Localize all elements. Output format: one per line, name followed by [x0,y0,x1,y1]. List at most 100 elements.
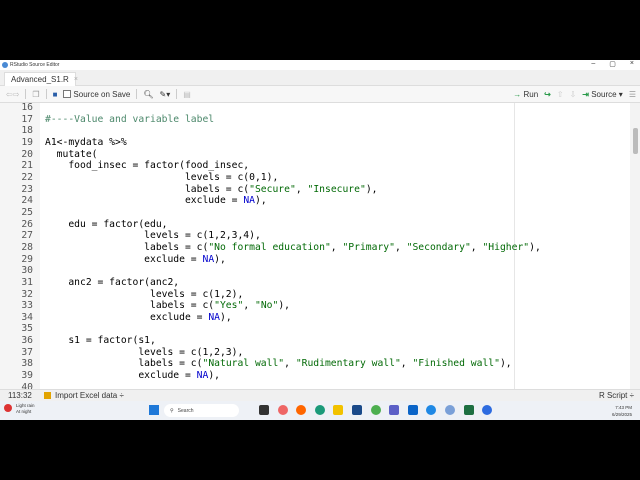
maximize-button[interactable]: ▢ [609,60,616,68]
code-text: exclude = NA), [45,370,220,382]
minimize-button[interactable]: – [591,60,595,68]
line-number: 22 [21,171,33,183]
line-number: 33 [21,300,33,312]
firefox-icon[interactable] [296,405,307,415]
source-on-save-label: Source on Save [73,89,131,99]
chrome-icon[interactable] [370,405,381,415]
save-icon[interactable]: ■ [53,90,58,99]
code-line[interactable]: 30 [0,265,541,277]
search-placeholder: Search [177,407,194,414]
code-line[interactable]: 37 levels = c(1,2,3), [0,347,541,359]
excel-icon[interactable] [463,405,474,415]
start-button-icon[interactable] [149,405,159,415]
up-icon[interactable]: ⇧ [557,90,564,99]
code-line[interactable]: 19 A1<-mydata %>% [0,137,541,149]
time: 7:43 PM [615,405,632,410]
compile-report-icon[interactable]: ▤ [183,90,191,99]
window-title: RStudio Source Editor [10,62,60,68]
code-line[interactable]: 21 food_insec = factor(food_insec, [0,160,541,172]
code-line[interactable]: 25 [0,207,541,219]
rstudio-icon[interactable] [444,405,455,415]
code-text: labels = c("Secure", "Insecure"), [45,183,378,195]
code-line[interactable]: 27 levels = c(1,2,3,4), [0,230,541,242]
line-number: 24 [21,195,33,207]
code-line[interactable]: 17 #----Value and variable label [0,114,541,126]
code-text: #----Value and variable label [45,113,215,125]
line-number: 20 [21,148,33,160]
code-line[interactable]: 32 levels = c(1,2), [0,289,541,301]
source-on-save-checkbox[interactable]: Source on Save [63,90,130,99]
vertical-scrollbar[interactable] [630,103,640,389]
zoom-icon[interactable] [482,405,493,415]
code-line[interactable]: 38 labels = c("Natural wall", "Rudimenta… [0,358,541,370]
cursor-position: 113:32 [8,391,32,400]
code-line[interactable]: 34 exclude = NA), [0,312,541,324]
code-lines[interactable]: 16 17 #----Value and variable label 18 19 A1<… [0,103,541,389]
code-line[interactable]: 36 s1 = factor(s1, [0,335,541,347]
line-number: 18 [21,125,33,137]
filetype-dropdown[interactable]: R Script ÷ [599,391,634,400]
show-in-window-icon[interactable]: ❐ [32,90,39,99]
taskbar-search[interactable]: ⚲ Search [164,404,239,417]
code-text: mutate( [45,148,98,160]
weather-subtext: At night [16,409,32,414]
section-dropdown[interactable]: Import Excel data ÷ [55,391,124,400]
code-line[interactable]: 26 edu = factor(edu, [0,219,541,231]
rstudio-window: RStudio Source Editor – ▢ × Advanced_S1.… [0,60,640,401]
back-forward-icon[interactable]: ⇦⇨ [6,90,19,99]
search-icon[interactable]: 🔍︎ [143,90,153,99]
code-line[interactable]: 40 [0,382,541,389]
status-bar: 113:32 Import Excel data ÷ R Script ÷ [0,389,640,401]
scrollbar-thumb[interactable] [633,128,638,154]
code-line[interactable]: 16 [0,103,541,114]
line-number: 17 [21,113,33,125]
run-button[interactable]: → Run [513,90,538,99]
code-text: labels = c("Natural wall", "Rudimentary … [45,358,512,370]
tab-advanced-s1[interactable]: Advanced_S1.R × [4,72,78,86]
code-line[interactable]: 24 exclude = NA), [0,195,541,207]
section-icon [44,392,51,399]
code-line[interactable]: 28 labels = c("No formal education", "Pr… [0,241,540,254]
tab-close-icon[interactable]: × [74,76,78,83]
windows-taskbar: Light rain At night ⚲ Search 7:43 PM 6/29… [0,401,640,420]
store-icon[interactable] [351,405,362,415]
code-line[interactable]: 29 exclude = NA), [0,254,541,266]
code-text: anc2 = factor(anc2, [45,276,180,288]
code-line[interactable]: 20 mutate( [0,149,541,161]
edge-icon[interactable] [314,405,325,415]
code-line[interactable]: 18 [0,125,541,137]
outlook-icon[interactable] [407,405,418,415]
line-number: 31 [21,276,33,288]
onedrive-icon[interactable] [426,405,437,415]
line-number: 30 [21,265,33,277]
copilot-icon[interactable] [277,405,288,415]
code-line[interactable]: 23 labels = c("Secure", "Insecure"), [0,184,541,196]
line-number: 19 [21,136,33,148]
code-line[interactable]: 39 exclude = NA), [0,370,541,382]
code-editor[interactable]: 16 17 #----Value and variable label 18 19 A1<… [0,103,640,389]
source-arrow-icon: ⇥ [582,90,589,99]
magic-wand-icon[interactable]: ✎▾ [160,90,171,99]
code-line[interactable]: 22 levels = c(0,1), [0,172,541,184]
clock[interactable]: 7:43 PM 6/29/2025 [612,404,632,418]
source-label: Source [591,90,617,99]
date: 6/29/2025 [611,412,632,417]
code-line[interactable]: 35 [0,323,541,335]
code-line[interactable]: 31 anc2 = factor(anc2, [0,277,541,289]
outline-icon[interactable]: ☰ [629,90,636,99]
teams-icon[interactable] [389,405,400,415]
down-icon[interactable]: ⇩ [570,90,577,99]
file-explorer-icon[interactable] [333,405,344,415]
close-button[interactable]: × [630,60,634,68]
code-text: exclude = NA), [45,253,226,265]
line-number: 36 [21,335,33,347]
line-number: 35 [21,323,33,335]
line-number: 26 [21,218,33,230]
task-view-icon[interactable] [259,405,269,415]
weather-widget[interactable]: Light rain At night [4,403,35,415]
rerun-icon[interactable]: ↪ [544,90,551,99]
line-number: 21 [21,160,33,172]
code-line[interactable]: 33 labels = c("Yes", "No"), [0,300,541,312]
source-button[interactable]: ⇥ Source ▾ [582,90,623,99]
line-number: 28 [21,241,33,253]
